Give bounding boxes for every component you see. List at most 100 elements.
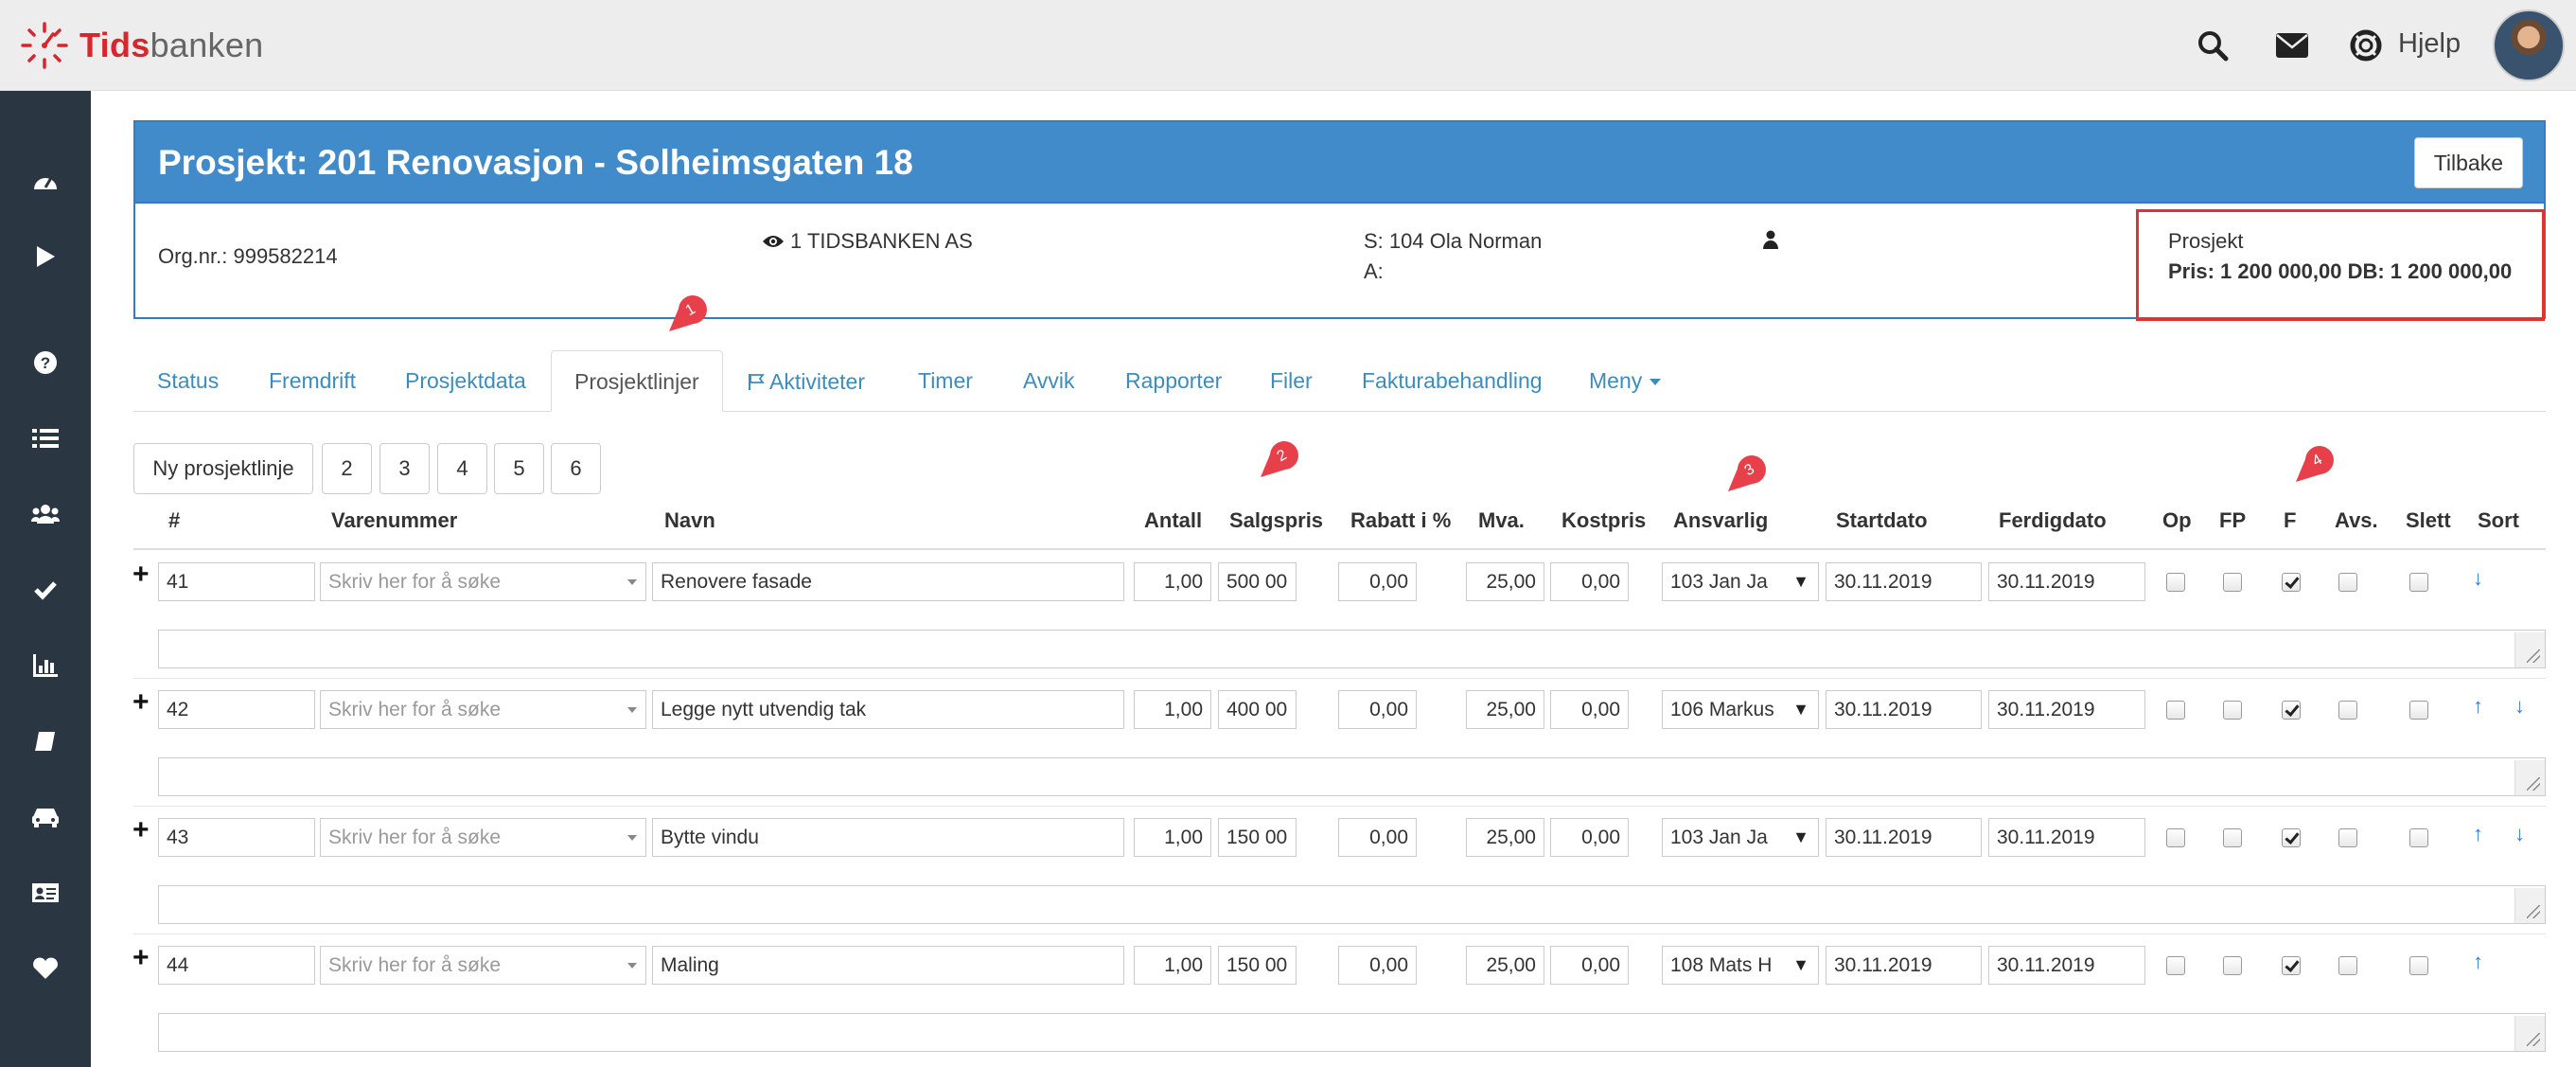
vat-input[interactable]: 25,00 — [1466, 690, 1544, 729]
sales-price-input[interactable]: 500 00 — [1218, 562, 1297, 601]
lifebuoy-icon[interactable] — [2347, 27, 2385, 64]
item-search-select[interactable]: Skriv her for å søke — [320, 562, 646, 601]
resize-handle-icon[interactable] — [2514, 760, 2545, 795]
quantity-input[interactable]: 1,00 — [1134, 946, 1211, 985]
heart-icon[interactable] — [26, 950, 64, 987]
avs-checkbox[interactable] — [2338, 701, 2357, 720]
line-number-input[interactable]: 44 — [158, 946, 315, 985]
arrow-down-icon[interactable]: ↓ — [2514, 696, 2525, 717]
cost-price-input[interactable]: 0,00 — [1550, 562, 1629, 601]
end-date-input[interactable]: 30.11.2019 — [1988, 946, 2145, 985]
tab-aktiviteter[interactable]: Aktiviteter — [747, 350, 865, 412]
discount-input[interactable]: 0,00 — [1338, 946, 1417, 985]
car-icon[interactable] — [26, 798, 64, 836]
tab-fremdrift[interactable]: Fremdrift — [269, 350, 356, 412]
quantity-input[interactable]: 1,00 — [1134, 690, 1211, 729]
item-search-select[interactable]: Skriv her for å søke — [320, 690, 646, 729]
tab-timer[interactable]: Timer — [918, 350, 973, 412]
expand-plus-icon[interactable]: + — [132, 816, 150, 845]
vat-input[interactable]: 25,00 — [1466, 562, 1544, 601]
responsible-select[interactable]: 103 Jan Ja ▼ — [1662, 562, 1819, 601]
delete-checkbox[interactable] — [2409, 701, 2428, 720]
discount-input[interactable]: 0,00 — [1338, 818, 1417, 857]
fp-checkbox[interactable] — [2223, 701, 2242, 720]
f-checkbox[interactable] — [2282, 828, 2301, 847]
line-number-input[interactable]: 42 — [158, 690, 315, 729]
description-textarea[interactable] — [158, 757, 2546, 796]
line-number-input[interactable]: 41 — [158, 562, 315, 601]
page-2-button[interactable]: 2 — [322, 443, 372, 494]
id-card-icon[interactable] — [26, 874, 64, 912]
user-icon[interactable] — [1763, 230, 1778, 254]
avs-checkbox[interactable] — [2338, 956, 2357, 975]
page-6-button[interactable]: 6 — [551, 443, 601, 494]
quantity-input[interactable]: 1,00 — [1134, 818, 1211, 857]
f-checkbox[interactable] — [2282, 701, 2301, 720]
avs-checkbox[interactable] — [2338, 828, 2357, 847]
end-date-input[interactable]: 30.11.2019 — [1988, 690, 2145, 729]
page-5-button[interactable]: 5 — [494, 443, 544, 494]
name-input[interactable]: Maling — [652, 946, 1124, 985]
start-date-input[interactable]: 30.11.2019 — [1826, 562, 1982, 601]
op-checkbox[interactable] — [2166, 573, 2185, 592]
back-button[interactable]: Tilbake — [2413, 137, 2523, 188]
sales-price-input[interactable]: 400 00 — [1218, 690, 1297, 729]
sales-price-input[interactable]: 150 00 — [1218, 818, 1297, 857]
expand-plus-icon[interactable]: + — [132, 688, 150, 717]
delete-checkbox[interactable] — [2409, 956, 2428, 975]
tab-filer[interactable]: Filer — [1270, 350, 1313, 412]
list-icon[interactable] — [26, 419, 64, 457]
responsible-select[interactable]: 103 Jan Ja ▼ — [1662, 818, 1819, 857]
fp-checkbox[interactable] — [2223, 956, 2242, 975]
f-checkbox[interactable] — [2282, 573, 2301, 592]
page-4-button[interactable]: 4 — [437, 443, 487, 494]
description-textarea[interactable] — [158, 1013, 2546, 1052]
description-textarea[interactable] — [158, 885, 2546, 924]
f-checkbox[interactable] — [2282, 956, 2301, 975]
item-search-select[interactable]: Skriv her for å søke — [320, 946, 646, 985]
fp-checkbox[interactable] — [2223, 828, 2242, 847]
end-date-input[interactable]: 30.11.2019 — [1988, 818, 2145, 857]
vat-input[interactable]: 25,00 — [1466, 946, 1544, 985]
tab-prosjektdata[interactable]: Prosjektdata — [405, 350, 526, 412]
new-project-line-button[interactable]: Ny prosjektlinje — [133, 443, 313, 494]
bar-chart-icon[interactable] — [26, 647, 64, 685]
start-date-input[interactable]: 30.11.2019 — [1826, 818, 1982, 857]
resize-handle-icon[interactable] — [2514, 888, 2545, 923]
page-3-button[interactable]: 3 — [379, 443, 430, 494]
end-date-input[interactable]: 30.11.2019 — [1988, 562, 2145, 601]
checkmark-icon[interactable] — [26, 571, 64, 609]
delete-checkbox[interactable] — [2409, 828, 2428, 847]
envelope-icon[interactable] — [2273, 27, 2311, 64]
start-date-input[interactable]: 30.11.2019 — [1826, 690, 1982, 729]
avs-checkbox[interactable] — [2338, 573, 2357, 592]
tab-fakturabehandling[interactable]: Fakturabehandling — [1362, 350, 1543, 412]
item-search-select[interactable]: Skriv her for å søke — [320, 818, 646, 857]
tab-prosjektlinjer[interactable]: Prosjektlinjer — [551, 350, 723, 412]
cost-price-input[interactable]: 0,00 — [1550, 946, 1629, 985]
expand-plus-icon[interactable]: + — [132, 560, 150, 589]
op-checkbox[interactable] — [2166, 828, 2185, 847]
arrow-down-icon[interactable]: ↓ — [2473, 568, 2483, 589]
tab-status[interactable]: Status — [157, 350, 219, 412]
help-link[interactable]: Hjelp — [2398, 28, 2461, 60]
arrow-up-icon[interactable]: ↑ — [2473, 696, 2483, 717]
expand-plus-icon[interactable]: + — [132, 944, 150, 972]
arrow-up-icon[interactable]: ↑ — [2473, 824, 2483, 845]
responsible-select[interactable]: 108 Mats H ▼ — [1662, 946, 1819, 985]
arrow-down-icon[interactable]: ↓ — [2514, 824, 2525, 845]
name-input[interactable]: Legge nytt utvendig tak — [652, 690, 1124, 729]
line-number-input[interactable]: 43 — [158, 818, 315, 857]
start-date-input[interactable]: 30.11.2019 — [1826, 946, 1982, 985]
description-textarea[interactable] — [158, 630, 2546, 668]
op-checkbox[interactable] — [2166, 956, 2185, 975]
sales-price-input[interactable]: 150 00 — [1218, 946, 1297, 985]
book-icon[interactable] — [26, 722, 64, 760]
fp-checkbox[interactable] — [2223, 573, 2242, 592]
name-input[interactable]: Renovere fasade — [652, 562, 1124, 601]
name-input[interactable]: Bytte vindu — [652, 818, 1124, 857]
tab-meny[interactable]: Meny — [1589, 350, 1662, 412]
op-checkbox[interactable] — [2166, 701, 2185, 720]
play-icon[interactable] — [26, 238, 64, 276]
responsible-select[interactable]: 106 Markus ▼ — [1662, 690, 1819, 729]
